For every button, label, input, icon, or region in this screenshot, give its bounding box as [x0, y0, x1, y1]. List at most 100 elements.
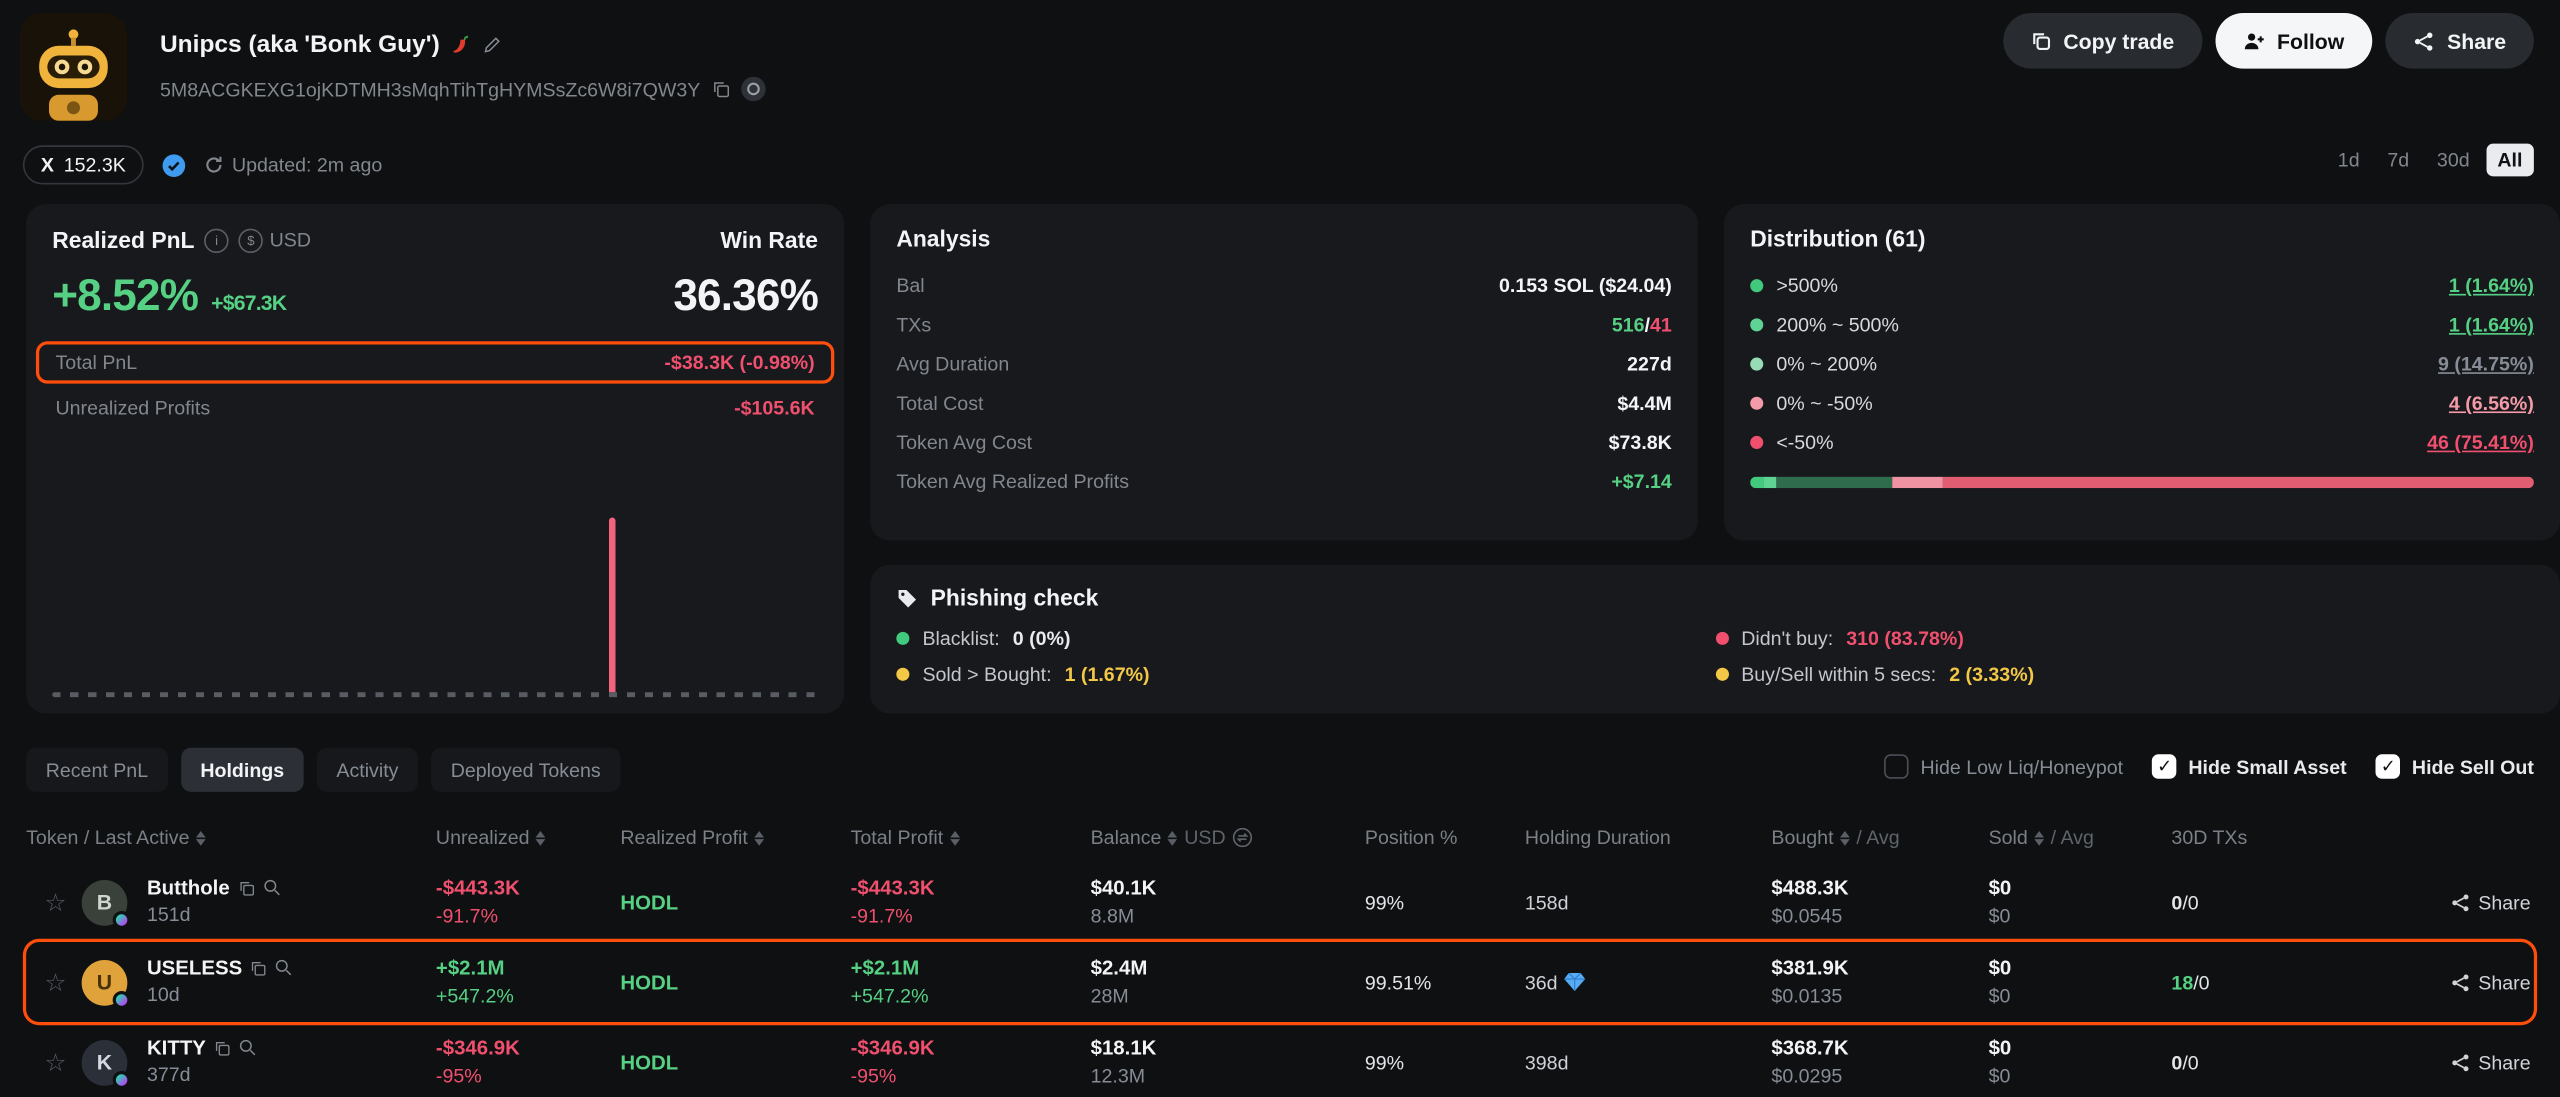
range-dot — [1750, 436, 1763, 449]
copy-token-icon[interactable] — [214, 1039, 230, 1055]
wallet-address: 5M8ACGKEXG1ojKDTMH3sMqhTihTgHYMSsZc6W8i7… — [160, 78, 700, 101]
phishing-item-blacklist: Blacklist: 0 (0%) — [896, 627, 1715, 650]
sort-icon — [754, 830, 764, 845]
refresh-icon[interactable] — [204, 155, 224, 175]
pnl-chart-baseline — [52, 692, 818, 697]
sol-chain-badge-icon — [113, 910, 131, 928]
share-label: Share — [2478, 1051, 2530, 1074]
table-row[interactable]: ☆ U USELESS 10d +$2.1M+547.2% HODL +$2.1… — [26, 942, 2534, 1022]
search-token-icon[interactable] — [239, 1038, 257, 1056]
col-realized-profit[interactable]: Realized Profit — [620, 826, 850, 849]
time-filter-30d[interactable]: 30d — [2426, 144, 2482, 177]
share-profile-button[interactable]: Share — [2385, 13, 2534, 69]
share-row-button[interactable]: Share — [2451, 971, 2531, 994]
time-filter-7d[interactable]: 7d — [2376, 144, 2421, 177]
sold-cell: $0$0 — [1989, 1037, 2172, 1088]
col-total-profit[interactable]: Total Profit — [851, 826, 1091, 849]
analysis-row-bal: Bal 0.153 SOL ($24.04) — [896, 266, 1672, 305]
filter-hide-sell-out[interactable]: ✓ Hide Sell Out — [2376, 754, 2534, 778]
favorite-star-icon[interactable]: ☆ — [42, 967, 68, 996]
range-count-link[interactable]: 1 (1.64%) — [2449, 274, 2534, 297]
profile-avatar[interactable] — [20, 13, 128, 121]
copy-token-icon[interactable] — [250, 959, 266, 975]
col-balance[interactable]: BalanceUSD — [1091, 826, 1365, 849]
status-dot — [896, 668, 909, 681]
distribution-row: 0% ~ 200% 9 (14.75%) — [1750, 344, 2534, 383]
trader-profile-page: Unipcs (aka 'Bonk Guy') 5M8ACGKEXG1ojKDT… — [0, 0, 2560, 1097]
txs-30d-cell: 18/0 — [2171, 971, 2344, 994]
token-avatar[interactable]: B — [82, 879, 128, 925]
tab-recent-pnl[interactable]: Recent PnL — [26, 748, 168, 792]
range-count-link[interactable]: 4 (6.56%) — [2449, 392, 2534, 415]
holding-duration-cell: 158d — [1525, 891, 1772, 914]
phishing-label: Didn't buy: — [1741, 627, 1833, 650]
time-filter-all[interactable]: All — [2486, 144, 2534, 177]
unrealized-cell: +$2.1M+547.2% — [436, 957, 620, 1008]
filter-hide-small-asset[interactable]: ✓ Hide Small Asset — [2152, 754, 2346, 778]
col-label: Balance — [1091, 826, 1162, 849]
total-profit-cell: +$2.1M+547.2% — [851, 957, 1091, 1008]
analysis-row-token-avg-profit: Token Avg Realized Profits +$7.14 — [896, 462, 1672, 501]
updated-row: Updated: 2m ago — [204, 153, 382, 176]
col-unrealized[interactable]: Unrealized — [436, 826, 620, 849]
range-label: >500% — [1776, 274, 1838, 297]
copy-address-button[interactable] — [712, 80, 730, 98]
copy-trade-button[interactable]: Copy trade — [2003, 13, 2202, 69]
range-count-link[interactable]: 1 (1.64%) — [2449, 313, 2534, 336]
range-label: 0% ~ 200% — [1776, 353, 1877, 376]
row-label: Bal — [896, 274, 924, 297]
tag-icon — [896, 587, 917, 608]
explorer-icon[interactable] — [741, 77, 765, 101]
col-sold[interactable]: Sold/ Avg — [1989, 826, 2172, 849]
distribution-row: 200% ~ 500% 1 (1.64%) — [1750, 305, 2534, 344]
token-avatar[interactable]: U — [82, 959, 128, 1005]
phishing-item-sold-gt-bought: Sold > Bought: 1 (1.67%) — [896, 663, 1715, 686]
search-token-icon[interactable] — [275, 958, 293, 976]
balance-cell: $40.1K8.8M — [1091, 877, 1365, 928]
tab-deployed-tokens[interactable]: Deployed Tokens — [431, 748, 620, 792]
tab-holdings[interactable]: Holdings — [181, 748, 304, 792]
pnl-chart-bar — [610, 518, 617, 692]
person-plus-icon — [2243, 30, 2264, 51]
updated-text: Updated: 2m ago — [232, 153, 382, 176]
info-icon[interactable]: i — [204, 228, 228, 252]
status-dot — [1715, 668, 1728, 681]
total-pnl-row-highlighted: Total PnL -$38.3K (-0.98%) — [36, 341, 834, 383]
token-name[interactable]: USELESS — [147, 956, 242, 979]
col-label: 30D TXs — [2171, 826, 2247, 849]
table-row[interactable]: ☆ K KITTY 377d -$346.9K-95% HODL -$346.9… — [26, 1022, 2534, 1097]
tab-activity[interactable]: Activity — [317, 748, 418, 792]
search-token-icon[interactable] — [262, 878, 280, 896]
share-row-button[interactable]: Share — [2451, 1051, 2531, 1074]
range-label: 200% ~ 500% — [1776, 313, 1899, 336]
token-avatar[interactable]: K — [82, 1039, 128, 1085]
copy-token-icon[interactable] — [238, 879, 254, 895]
filter-hide-low-liq[interactable]: ✓ Hide Low Liq/Honeypot — [1885, 754, 2123, 778]
time-filter-1d[interactable]: 1d — [2326, 144, 2371, 177]
bought-cell: $381.9K$0.0135 — [1771, 957, 1988, 1008]
favorite-star-icon[interactable]: ☆ — [42, 887, 68, 916]
share-row-button[interactable]: Share — [2451, 891, 2531, 914]
token-name[interactable]: Butthole — [147, 876, 230, 899]
token-name[interactable]: KITTY — [147, 1036, 206, 1059]
col-bought[interactable]: Bought/ Avg — [1771, 826, 1988, 849]
col-label: Sold — [1989, 826, 2028, 849]
col-token-last-active[interactable]: Token / Last Active — [26, 826, 436, 849]
dollar-icon: $ — [239, 228, 263, 252]
profile-name-row: Unipcs (aka 'Bonk Guy') — [160, 31, 502, 59]
range-count-link[interactable]: 9 (14.75%) — [2438, 353, 2534, 376]
currency-swap-icon[interactable] — [1232, 828, 1252, 848]
favorite-star-icon[interactable]: ☆ — [42, 1047, 68, 1076]
holdings-table-body: ☆ B Butthole 151d -$443.3K-91.7% HODL -$… — [26, 862, 2534, 1097]
follow-button[interactable]: Follow — [2215, 13, 2372, 69]
range-label: 0% ~ -50% — [1776, 392, 1872, 415]
col-position: Position % — [1365, 826, 1525, 849]
row-label: TXs — [896, 313, 931, 336]
currency-toggle[interactable]: $ USD — [239, 228, 311, 252]
range-count-link[interactable]: 46 (75.41%) — [2427, 431, 2534, 454]
table-row[interactable]: ☆ B Butthole 151d -$443.3K-91.7% HODL -$… — [26, 862, 2534, 942]
edit-name-button[interactable] — [484, 36, 502, 54]
x-followers-pill[interactable]: X 152.3K — [23, 145, 144, 184]
phishing-label: Blacklist: — [922, 627, 999, 650]
share-icon — [2413, 30, 2434, 51]
